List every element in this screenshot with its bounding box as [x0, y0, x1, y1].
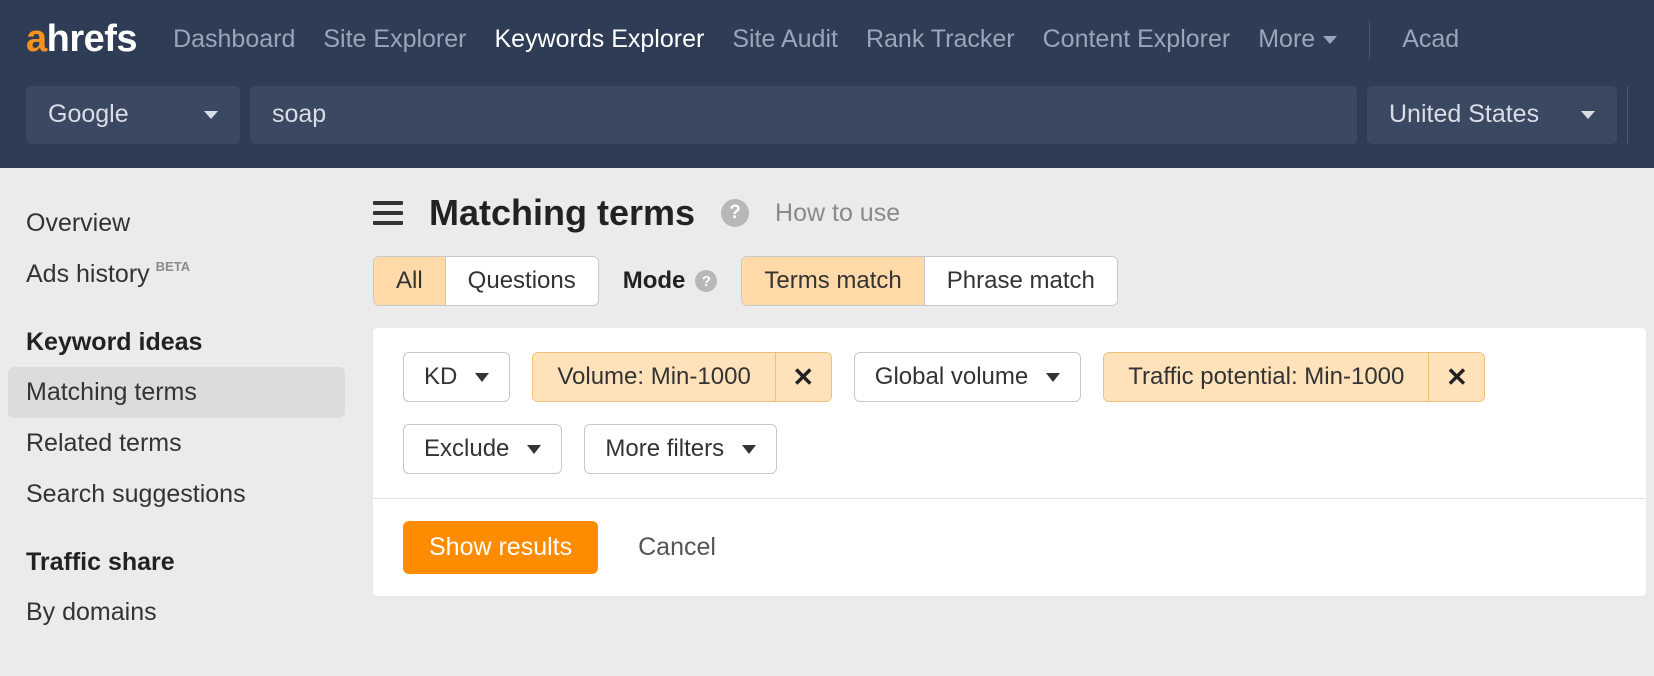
- chevron-down-icon: [1046, 373, 1060, 382]
- help-icon[interactable]: ?: [695, 270, 717, 292]
- filter-exclude[interactable]: Exclude: [403, 424, 562, 474]
- filter-global-volume[interactable]: Global volume: [854, 352, 1081, 402]
- logo[interactable]: ahrefs: [26, 18, 137, 61]
- seg-questions[interactable]: Questions: [446, 257, 598, 305]
- sidebar: Overview Ads history BETA Keyword ideas …: [0, 168, 355, 638]
- sidebar-ads-history[interactable]: Ads history BETA: [0, 249, 355, 300]
- close-icon: ✕: [792, 364, 814, 390]
- filter-volume-chip: Volume: Min-1000 ✕: [532, 352, 831, 402]
- chevron-down-icon: [1581, 111, 1595, 119]
- sidebar-overview[interactable]: Overview: [0, 198, 355, 249]
- page-title: Matching terms: [429, 192, 695, 234]
- logo-a: a: [26, 18, 47, 61]
- country-label: United States: [1389, 100, 1539, 129]
- close-icon: ✕: [1446, 364, 1468, 390]
- main-content: Matching terms ? How to use All Question…: [355, 168, 1654, 638]
- chevron-down-icon: [527, 445, 541, 454]
- filter-kd[interactable]: KD: [403, 352, 510, 402]
- sidebar-heading-keyword-ideas: Keyword ideas: [0, 300, 355, 367]
- nav-academy[interactable]: Acad: [1402, 25, 1459, 54]
- engine-label: Google: [48, 100, 129, 129]
- seg-mode: Terms match Phrase match: [741, 256, 1117, 306]
- chip-remove[interactable]: ✕: [1428, 353, 1484, 401]
- nav-site-audit[interactable]: Site Audit: [732, 25, 838, 54]
- seg-phrase-match[interactable]: Phrase match: [925, 257, 1117, 305]
- chevron-down-icon: [742, 445, 756, 454]
- nav-site-explorer[interactable]: Site Explorer: [323, 25, 466, 54]
- logo-rest: hrefs: [47, 18, 137, 61]
- search-bar: Google United States: [0, 79, 1654, 168]
- how-to-use-link[interactable]: How to use: [775, 199, 900, 228]
- nav-content-explorer[interactable]: Content Explorer: [1043, 25, 1231, 54]
- sidebar-related-terms[interactable]: Related terms: [0, 418, 355, 469]
- nav-keywords-explorer[interactable]: Keywords Explorer: [495, 25, 705, 54]
- beta-badge: BETA: [156, 259, 190, 274]
- help-icon[interactable]: ?: [721, 199, 749, 227]
- sidebar-heading-traffic-share: Traffic share: [0, 520, 355, 587]
- chip-label[interactable]: Volume: Min-1000: [533, 353, 774, 401]
- sidebar-matching-terms[interactable]: Matching terms: [8, 367, 345, 418]
- chevron-down-icon: [475, 373, 489, 382]
- seg-terms-match[interactable]: Terms match: [742, 257, 924, 305]
- mode-label: Mode ?: [623, 267, 718, 295]
- cancel-button[interactable]: Cancel: [638, 533, 716, 562]
- chip-label[interactable]: Traffic potential: Min-1000: [1104, 353, 1428, 401]
- nav-rank-tracker[interactable]: Rank Tracker: [866, 25, 1015, 54]
- sidebar-search-suggestions[interactable]: Search suggestions: [0, 469, 355, 520]
- nav-divider: [1369, 21, 1370, 59]
- chip-remove[interactable]: ✕: [775, 353, 831, 401]
- chevron-down-icon: [1323, 36, 1337, 44]
- chevron-down-icon: [204, 111, 218, 119]
- country-select[interactable]: United States: [1367, 86, 1617, 144]
- filter-traffic-chip: Traffic potential: Min-1000 ✕: [1103, 352, 1485, 402]
- sidebar-by-domains[interactable]: By domains: [0, 587, 355, 638]
- nav-more[interactable]: More: [1258, 25, 1337, 54]
- show-results-button[interactable]: Show results: [403, 521, 598, 574]
- nav-dashboard[interactable]: Dashboard: [173, 25, 295, 54]
- filters-panel: KD Volume: Min-1000 ✕ Global volume Traf…: [373, 328, 1646, 596]
- seg-all-questions: All Questions: [373, 256, 599, 306]
- filter-more[interactable]: More filters: [584, 424, 777, 474]
- engine-select[interactable]: Google: [26, 86, 240, 144]
- keyword-input[interactable]: [250, 86, 1357, 144]
- top-nav: ahrefs Dashboard Site Explorer Keywords …: [0, 0, 1654, 79]
- seg-all[interactable]: All: [374, 257, 446, 305]
- menu-icon[interactable]: [373, 201, 403, 225]
- divider: [1627, 86, 1628, 144]
